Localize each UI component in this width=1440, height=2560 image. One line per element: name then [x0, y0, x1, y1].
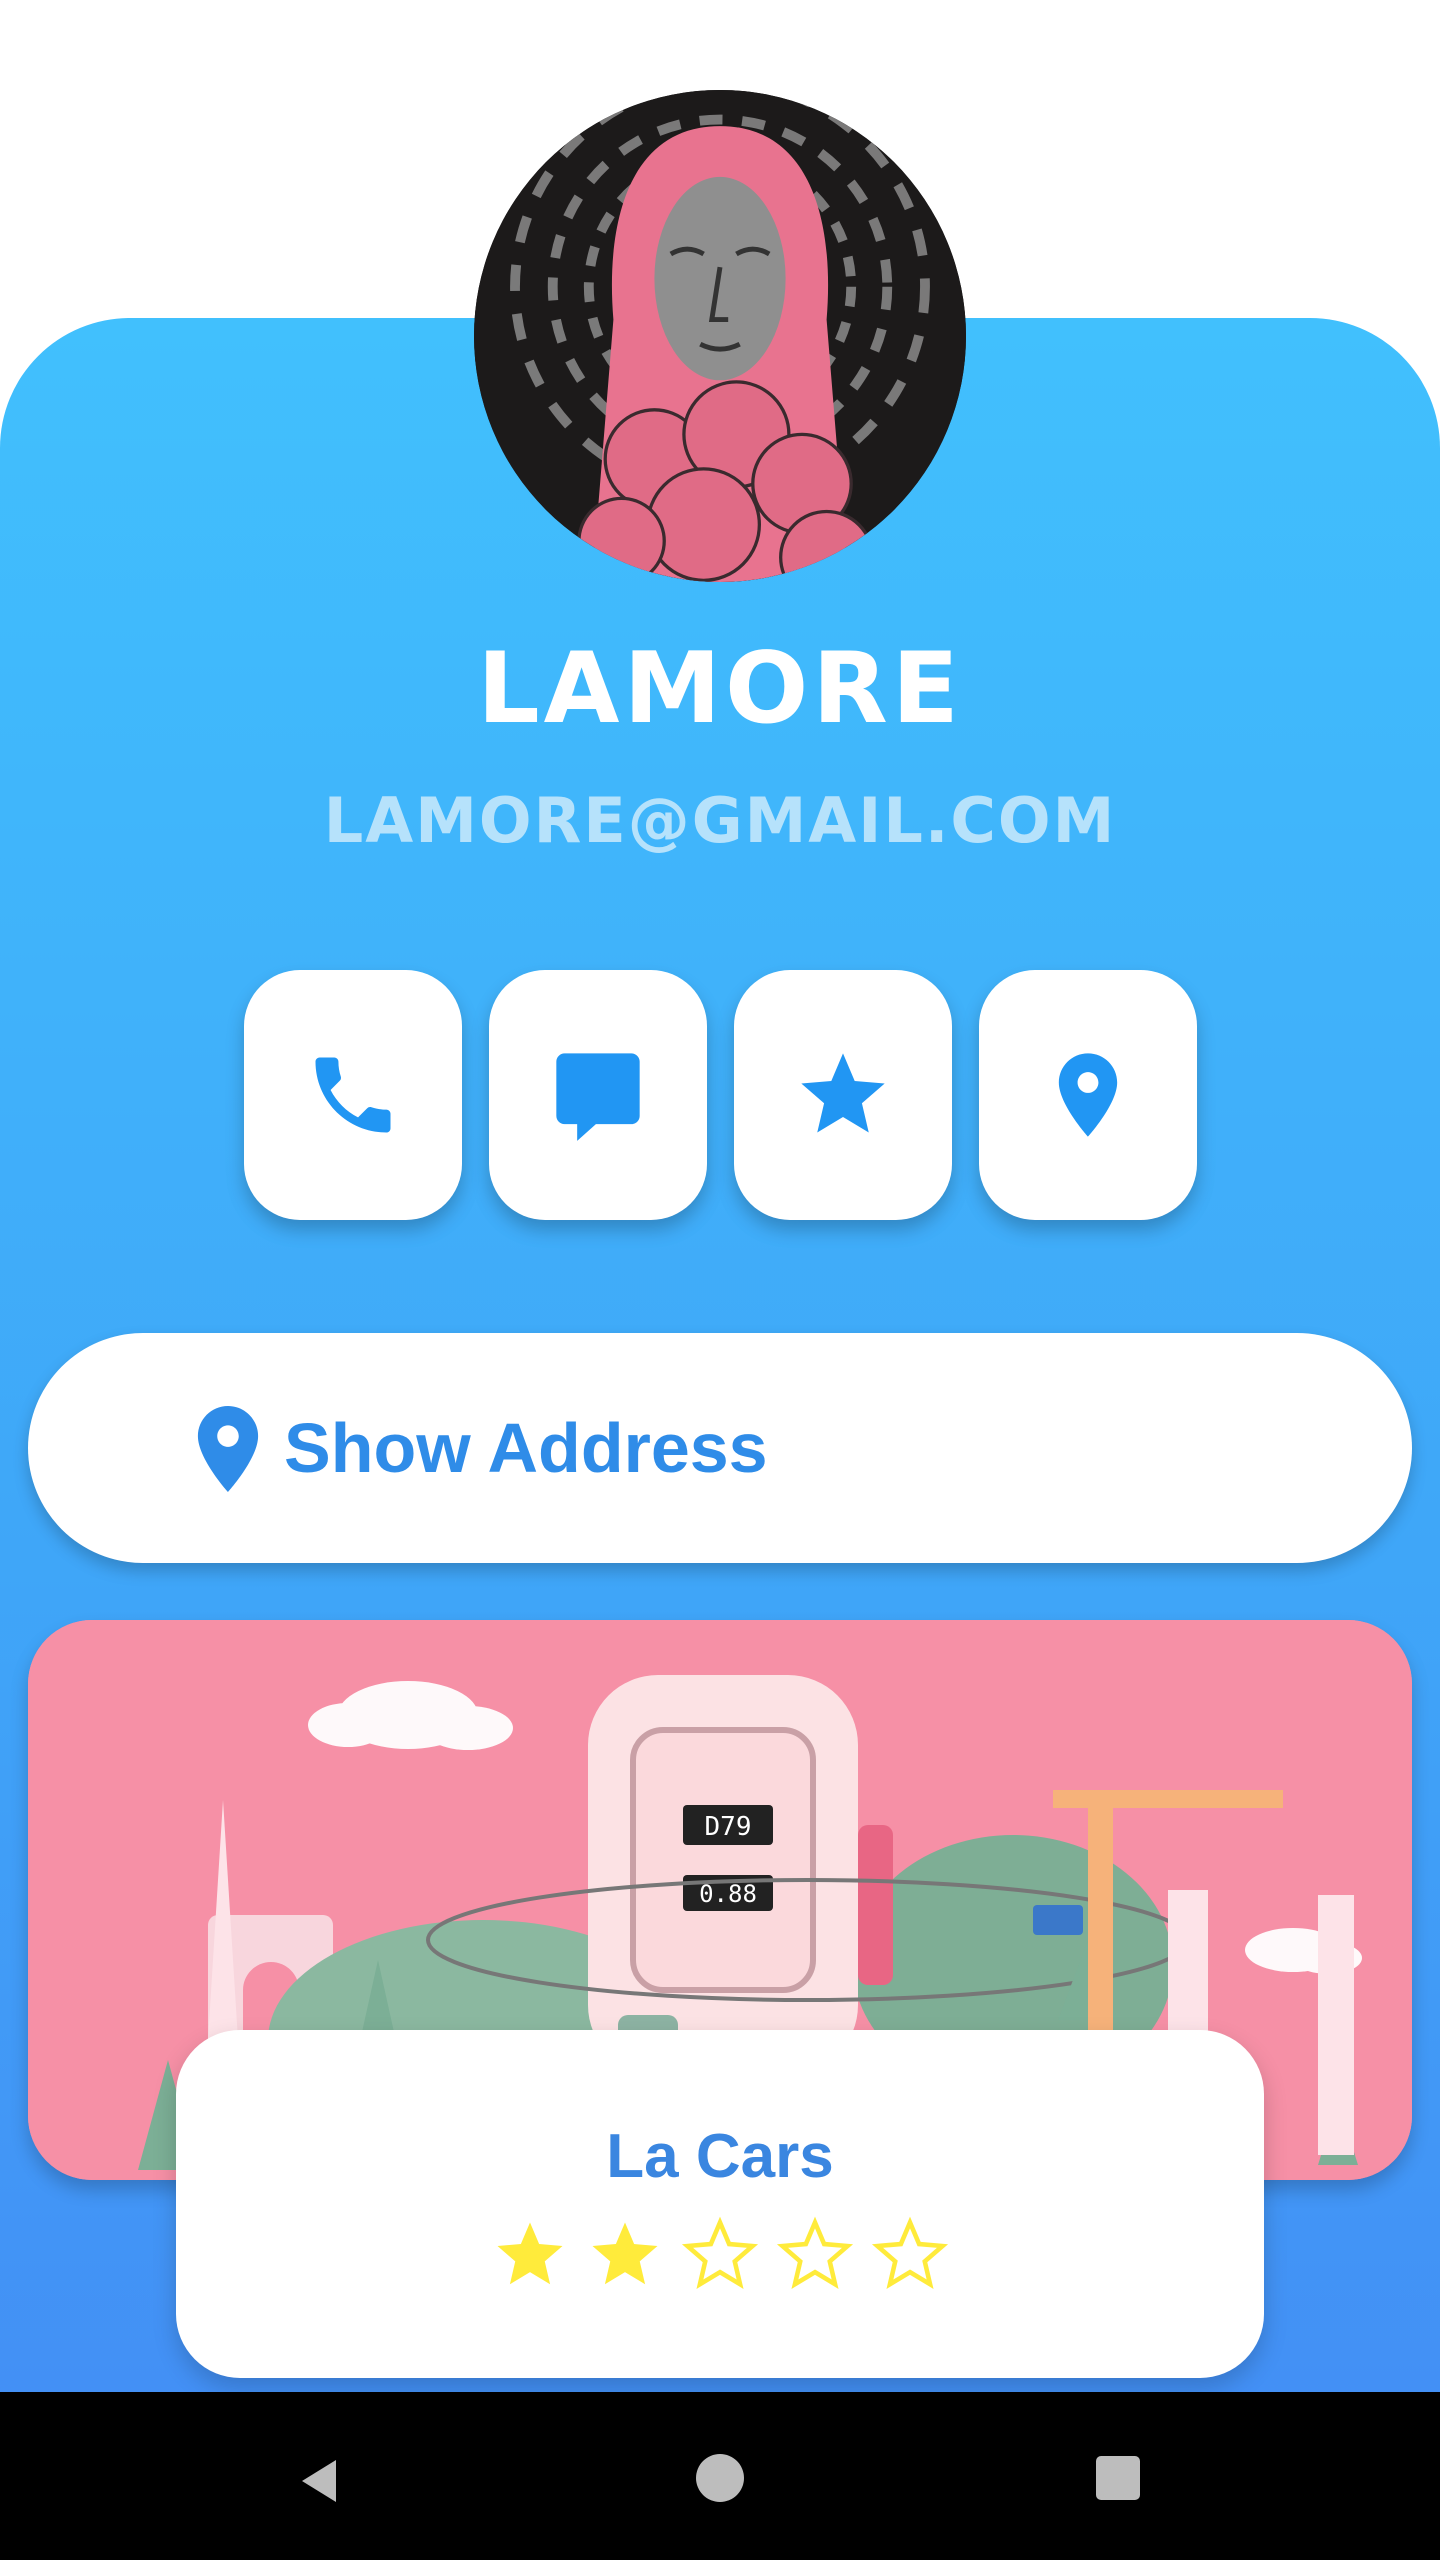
message-button[interactable]: [489, 970, 707, 1220]
show-address-label: Show Address: [284, 1409, 768, 1487]
back-icon[interactable]: [296, 2456, 346, 2506]
featured-info-card[interactable]: La Cars: [176, 2030, 1264, 2378]
profile-name: LAMORE: [477, 632, 963, 746]
call-button[interactable]: [244, 970, 462, 1220]
home-icon[interactable]: [696, 2454, 744, 2502]
location-pin-icon: [197, 1406, 259, 1492]
star-filled-icon: [592, 2222, 658, 2285]
banner-reading-text: 0.88: [699, 1880, 757, 1908]
banner-counter-text: D79: [705, 1812, 752, 1842]
location-button[interactable]: [979, 970, 1197, 1220]
profile-email: LAMORE@GMAIL.COM: [323, 784, 1117, 857]
avatar: [474, 90, 966, 582]
favorite-button[interactable]: [734, 970, 952, 1220]
avatar-illustration: [474, 90, 966, 582]
show-address-button[interactable]: Show Address: [28, 1333, 1412, 1563]
star-outline-icon: [872, 2216, 949, 2289]
recent-apps-icon[interactable]: [1096, 2456, 1140, 2500]
location-pin-icon: [1058, 1053, 1118, 1137]
star-outline-icon: [777, 2216, 854, 2289]
phone-icon: [315, 1057, 391, 1133]
featured-title: La Cars: [606, 2122, 834, 2191]
star-icon: [801, 1053, 885, 1133]
rating-stars: [176, 2216, 1264, 2298]
message-icon: [556, 1053, 640, 1141]
star-outline-icon: [681, 2216, 759, 2289]
star-filled-icon: [497, 2222, 563, 2285]
